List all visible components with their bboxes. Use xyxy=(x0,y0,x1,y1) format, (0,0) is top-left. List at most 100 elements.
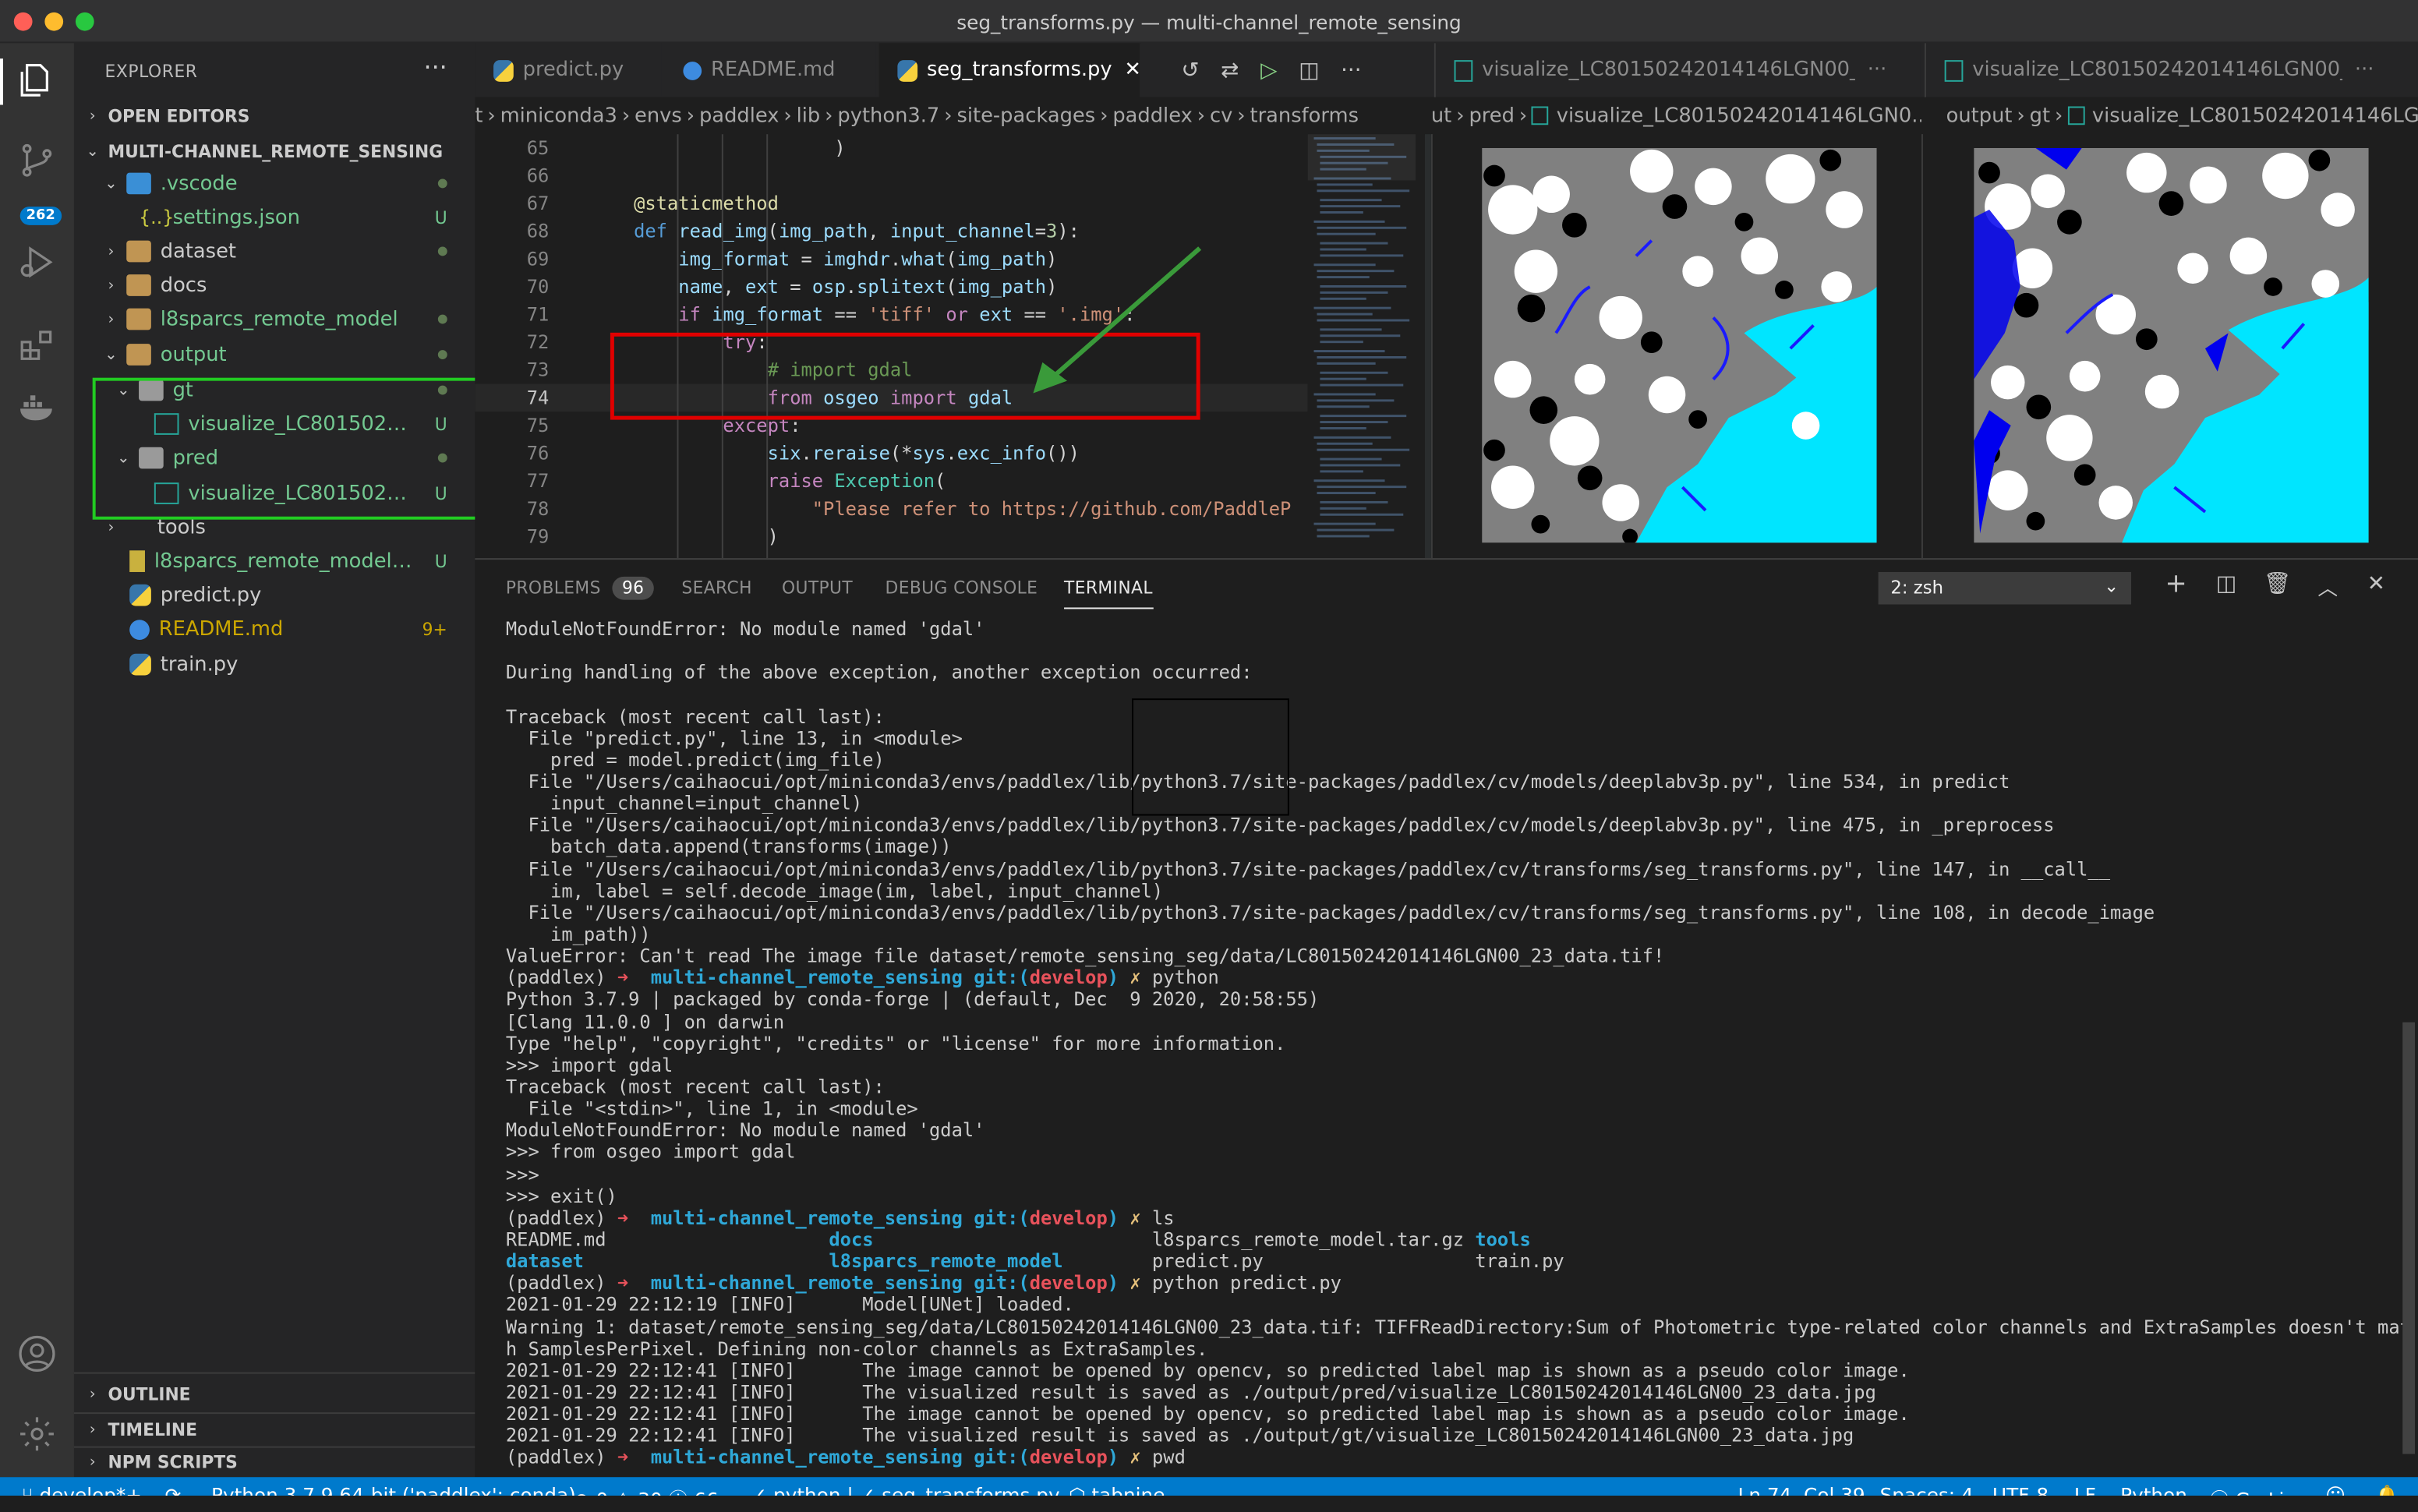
tree-item-docs[interactable]: › docs xyxy=(74,268,475,302)
feedback-icon[interactable]: ☺ xyxy=(2325,1483,2346,1496)
breadcrumb-item[interactable]: output xyxy=(1946,104,2013,128)
more-actions-icon[interactable]: ··· xyxy=(2355,58,2374,82)
breadcrumb-item[interactable]: pred xyxy=(1469,104,1514,128)
tree-item-output[interactable]: ⌄ output xyxy=(74,337,475,372)
breadcrumb-pred-image[interactable]: ut › pred › visualize_LC80150242014146LG… xyxy=(1431,97,1921,134)
terminal-line: File "<stdin>", line 1, in <module> xyxy=(505,1097,918,1120)
explorer-icon[interactable] xyxy=(16,58,58,101)
breadcrumb-item[interactable]: paddlex xyxy=(1112,104,1192,128)
timeline-history-icon[interactable]: ↺ xyxy=(1181,58,1199,83)
terminal-output[interactable]: ModuleNotFoundError: No module named 'gd… xyxy=(506,618,2402,1468)
project-section[interactable]: ⌄ MULTI-CHANNEL_REMOTE_SENSING xyxy=(74,134,475,168)
tree-item-readme[interactable]: README.md 9+ xyxy=(74,612,475,646)
minimap[interactable] xyxy=(1307,134,1431,559)
encoding-status[interactable]: UTF-8 xyxy=(1992,1483,2049,1496)
breadcrumb-item[interactable]: visualize_LC80150242014146LGN0... xyxy=(1557,104,1921,128)
sync-icon[interactable]: ⟳ xyxy=(165,1483,182,1496)
breadcrumb-item[interactable]: miniconda3 xyxy=(500,104,617,128)
terminal-line: input_channel=input_channel) xyxy=(505,793,863,814)
breadcrumb-item[interactable]: python3.7 xyxy=(837,104,939,128)
tab-readme-md[interactable]: README.md xyxy=(665,43,878,97)
notifications-bell-icon[interactable]: 🔔 xyxy=(2375,1483,2399,1496)
green-highlight-box xyxy=(92,377,482,520)
image-file-icon xyxy=(1532,106,1549,125)
error-icon: ⊗ xyxy=(574,1488,590,1496)
source-control-icon[interactable] xyxy=(16,139,58,182)
settings-gear-icon[interactable] xyxy=(16,1412,58,1455)
more-actions-icon[interactable]: ··· xyxy=(424,52,447,82)
breadcrumb-separator: › xyxy=(1518,104,1528,128)
tab-seg-transforms-py[interactable]: seg_transforms.py ✕ xyxy=(878,43,1141,97)
terminal-line: ValueError: Can't read The image file da… xyxy=(505,945,1665,967)
compare-changes-icon[interactable]: ⇄ xyxy=(1221,58,1239,83)
run-debug-icon[interactable] xyxy=(16,241,58,284)
open-editors-section[interactable]: › OPEN EDITORS xyxy=(74,99,475,133)
terminal-line: 2021-01-29 22:12:19 [INFO] Model[UNet] l… xyxy=(505,1294,1074,1316)
breadcrumb-item[interactable]: paddlex xyxy=(699,104,779,128)
tab-debug-console[interactable]: DEBUG CONSOLE xyxy=(886,578,1038,599)
eol-status[interactable]: LF xyxy=(2074,1483,2096,1496)
breadcrumb-separator: › xyxy=(1100,104,1108,128)
close-panel-icon[interactable]: ✕ xyxy=(2367,572,2385,597)
pred-image-viewer[interactable] xyxy=(1430,134,1921,559)
breadcrumb-item[interactable]: transforms xyxy=(1250,104,1359,128)
python-interpreter-status[interactable]: Python 3.7.9 64-bit ('paddlex': conda) xyxy=(211,1483,576,1496)
account-icon[interactable] xyxy=(16,1332,58,1375)
tree-item-dataset[interactable]: › dataset xyxy=(74,235,475,269)
maximize-panel-icon[interactable]: ︿ xyxy=(2317,572,2338,602)
language-status[interactable]: Python xyxy=(2120,1483,2187,1496)
split-terminal-icon[interactable]: ◫ xyxy=(2216,572,2236,597)
breadcrumb-item[interactable]: visualize_LC80150242014146LG xyxy=(2092,104,2418,128)
outline-section[interactable]: › OUTLINE xyxy=(74,1377,475,1411)
tabnine-status[interactable]: ⬡ tabnine xyxy=(1069,1483,1165,1496)
tab-problems[interactable]: PROBLEMS 96 xyxy=(506,576,654,600)
go-live-status[interactable]: ⦿ Go Live xyxy=(2210,1483,2307,1496)
window-title: seg_transforms.py — multi-channel_remote… xyxy=(956,10,1462,34)
tree-item-settings-json[interactable]: {..} settings.json U xyxy=(74,200,475,235)
breadcrumb-gt-image[interactable]: output › gt › visualize_LC80150242014146… xyxy=(1946,97,2418,134)
docker-icon[interactable] xyxy=(16,386,58,429)
problems-status[interactable]: ⊗ 0 ⚠ 30 ⓘ 66 xyxy=(574,1483,719,1496)
tree-item-l8sparcs-remote-model[interactable]: › l8sparcs_remote_model xyxy=(74,302,475,337)
tab-visualize-pred[interactable]: visualize_LC80150242014146LGN00_2 ··· xyxy=(1433,43,1921,97)
npm-scripts-section[interactable]: › NPM SCRIPTS xyxy=(74,1445,475,1479)
timeline-section[interactable]: › TIMELINE xyxy=(74,1412,475,1447)
breadcrumb-separator: › xyxy=(2017,104,2025,128)
gt-image-viewer[interactable] xyxy=(1921,134,2418,559)
indentation-status[interactable]: Spaces: 4 xyxy=(1880,1483,1974,1496)
terminal-scrollbar[interactable] xyxy=(2402,1022,2416,1454)
run-file-icon[interactable]: ▷ xyxy=(1260,58,1277,83)
gt-segmentation-image xyxy=(1974,147,2369,543)
tab-visualize-gt[interactable]: visualize_LC80150242014146LGN00_2: ··· xyxy=(1924,43,2418,97)
split-editor-icon[interactable]: ◫ xyxy=(1299,58,1319,83)
tab-output[interactable]: OUTPUT xyxy=(782,578,853,599)
more-actions-icon[interactable]: ··· xyxy=(1341,58,1361,83)
tree-item-model-tar[interactable]: l8sparcs_remote_model.t... U xyxy=(74,544,475,578)
trash-icon[interactable]: 🗑 xyxy=(2264,572,2291,597)
tab-predict-py[interactable]: predict.py xyxy=(475,43,663,97)
json-icon: {..} xyxy=(139,207,175,228)
breadcrumb-item[interactable]: ut xyxy=(1431,104,1451,128)
tree-item-train-py[interactable]: train.py xyxy=(74,648,475,682)
tab-search[interactable]: SEARCH xyxy=(681,578,751,599)
breadcrumb-item[interactable]: gt xyxy=(2030,104,2050,128)
tab-terminal[interactable]: TERMINAL xyxy=(1064,578,1153,609)
tree-item-predict-py[interactable]: predict.py xyxy=(74,578,475,613)
more-actions-icon[interactable]: ··· xyxy=(1868,58,1887,82)
new-terminal-icon[interactable]: + xyxy=(2165,569,2187,600)
python-file-status[interactable]: ✓ python | ✓ seg_transforms.py xyxy=(751,1483,1059,1496)
breadcrumb-item[interactable]: t xyxy=(475,104,483,128)
breadcrumb-code[interactable]: t › miniconda3 › envs › paddlex › lib › … xyxy=(475,97,1431,134)
git-branch-status[interactable]: ⑂ develop*+ xyxy=(22,1483,142,1496)
close-tab-icon[interactable]: ✕ xyxy=(1124,58,1141,82)
terminal-select[interactable]: 2: zsh ⌄ xyxy=(1878,571,2132,605)
tree-item-vscode[interactable]: ⌄ .vscode xyxy=(74,167,475,201)
chevron-down-icon: ⌄ xyxy=(2104,574,2119,597)
breadcrumb-item[interactable]: cv xyxy=(1210,104,1232,128)
breadcrumb-item[interactable]: lib xyxy=(797,104,821,128)
breadcrumb-item[interactable]: site-packages xyxy=(956,104,1095,128)
breadcrumb-item[interactable]: envs xyxy=(635,104,682,128)
cursor-position-status[interactable]: Ln 74, Col 39 xyxy=(1738,1483,1865,1496)
extensions-icon[interactable] xyxy=(16,323,58,366)
image-file-icon xyxy=(2067,106,2085,125)
